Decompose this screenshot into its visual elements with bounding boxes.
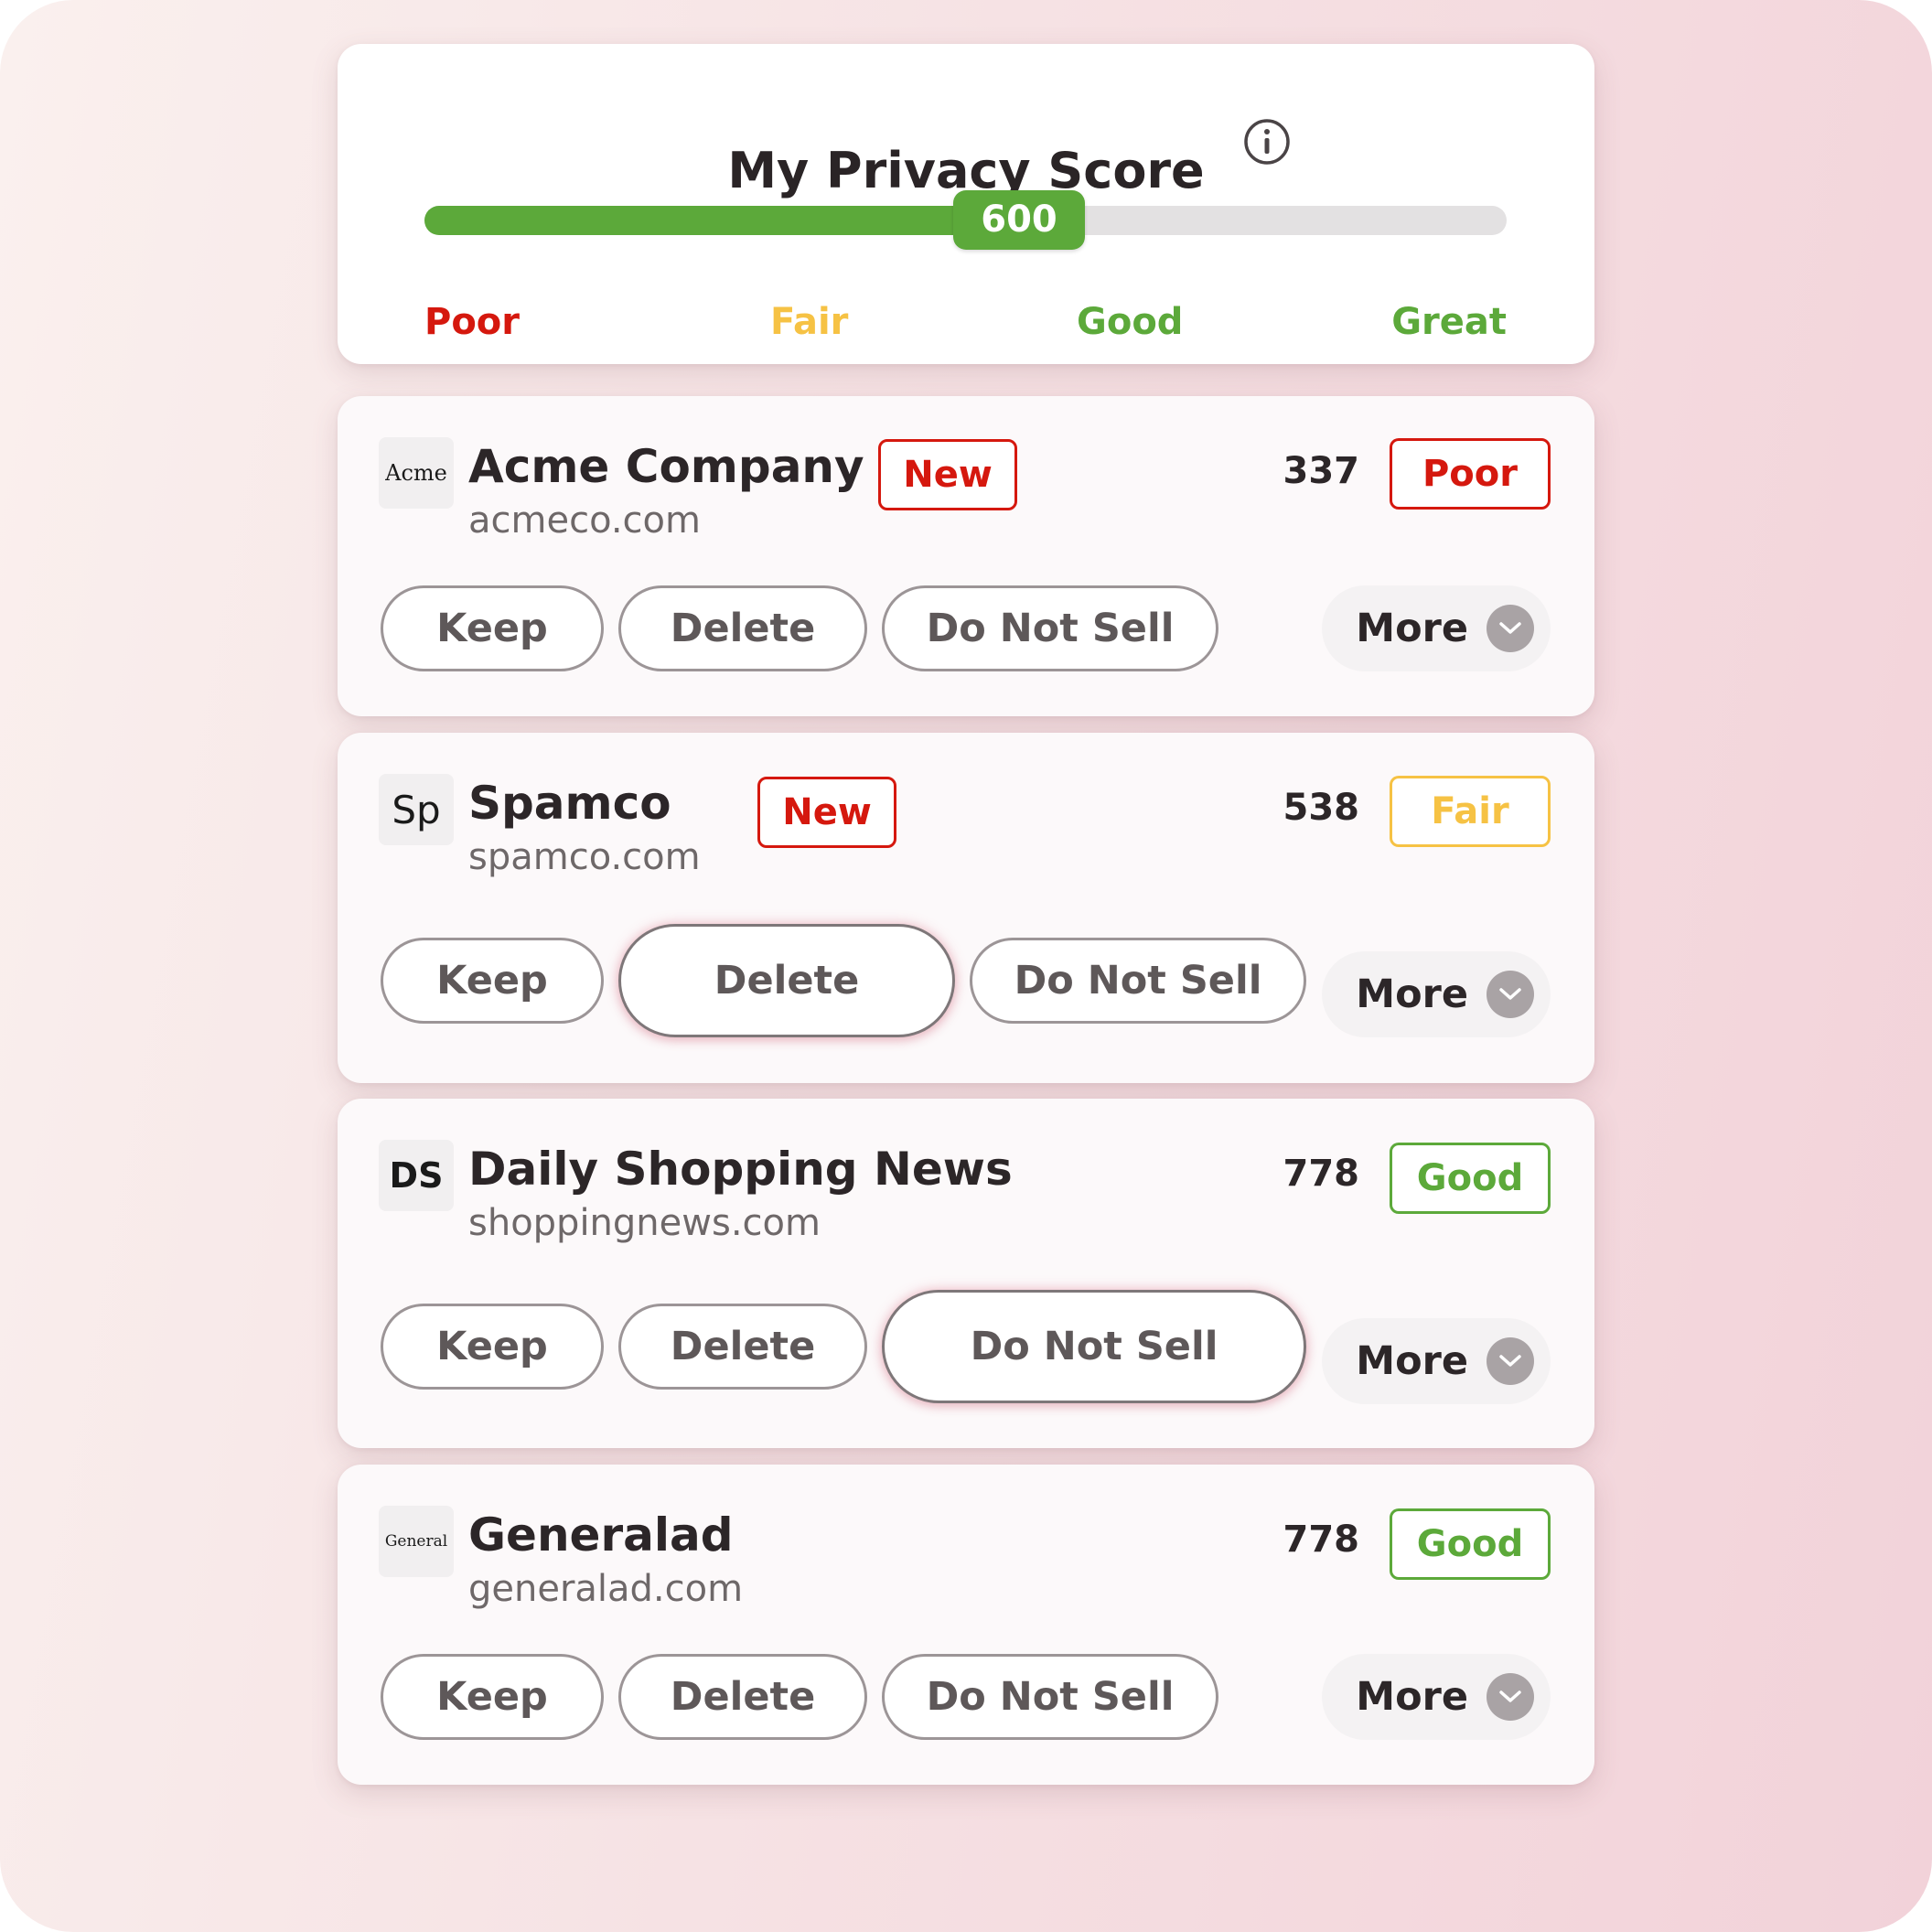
delete-button[interactable]: Delete (618, 924, 955, 1037)
do-not-sell-button[interactable]: Do Not Sell (882, 1654, 1218, 1740)
more-button[interactable]: More (1322, 585, 1551, 671)
scale-label-great: Great (1391, 301, 1507, 343)
more-button[interactable]: More (1322, 1654, 1551, 1740)
company-card: General Generalad generalad.com 778 Good… (338, 1465, 1594, 1785)
chevron-down-icon (1487, 971, 1534, 1018)
company-logo: Acme (379, 437, 454, 509)
company-score: 538 (1283, 787, 1360, 829)
more-button[interactable]: More (1322, 1318, 1551, 1404)
company-domain: spamco.com (468, 836, 701, 878)
do-not-sell-button[interactable]: Do Not Sell (970, 938, 1306, 1024)
rating-badge: Good (1390, 1143, 1551, 1214)
privacy-score-card: My Privacy Score 600 Poor Fair Good Grea… (338, 44, 1594, 364)
company-score: 778 (1283, 1519, 1360, 1561)
more-label: More (1356, 1338, 1468, 1384)
score-value-pill: 600 (953, 190, 1085, 250)
do-not-sell-button[interactable]: Do Not Sell (882, 1290, 1306, 1403)
keep-button[interactable]: Keep (381, 585, 604, 671)
more-label: More (1356, 606, 1468, 651)
new-badge: New (757, 777, 896, 848)
company-card: DS Daily Shopping News shoppingnews.com … (338, 1099, 1594, 1448)
company-logo: Sp (379, 774, 454, 845)
delete-button[interactable]: Delete (618, 1654, 867, 1740)
app-frame: My Privacy Score 600 Poor Fair Good Grea… (0, 0, 1932, 1932)
keep-button[interactable]: Keep (381, 1304, 604, 1390)
company-logo: DS (379, 1140, 454, 1211)
rating-badge: Good (1390, 1508, 1551, 1580)
scale-label-good: Good (1077, 301, 1184, 343)
chevron-down-icon (1487, 1673, 1534, 1721)
company-name: Daily Shopping News (468, 1143, 1013, 1196)
chevron-down-icon (1487, 1337, 1534, 1385)
rating-badge: Fair (1390, 776, 1551, 847)
company-name: Spamco (468, 777, 671, 830)
company-name: Acme Company (468, 440, 864, 493)
scale-label-poor: Poor (424, 301, 521, 343)
chevron-down-icon (1487, 605, 1534, 652)
privacy-score-title: My Privacy Score (727, 142, 1205, 199)
company-logo: General (379, 1506, 454, 1577)
company-domain: acmeco.com (468, 499, 701, 542)
company-name: Generalad (468, 1508, 734, 1562)
company-score: 778 (1283, 1153, 1360, 1195)
keep-button[interactable]: Keep (381, 938, 604, 1024)
company-domain: generalad.com (468, 1568, 744, 1610)
do-not-sell-button[interactable]: Do Not Sell (882, 585, 1218, 671)
delete-button[interactable]: Delete (618, 585, 867, 671)
more-button[interactable]: More (1322, 951, 1551, 1037)
scale-label-fair: Fair (770, 301, 849, 343)
more-label: More (1356, 1674, 1468, 1720)
delete-button[interactable]: Delete (618, 1304, 867, 1390)
more-label: More (1356, 971, 1468, 1017)
company-card: Acme Acme Company acmeco.com New 337 Poo… (338, 396, 1594, 716)
keep-button[interactable]: Keep (381, 1654, 604, 1740)
info-icon[interactable] (1243, 118, 1291, 166)
company-card: Sp Spamco spamco.com New 538 Fair Keep D… (338, 733, 1594, 1083)
rating-badge: Poor (1390, 438, 1551, 510)
new-badge: New (878, 439, 1017, 510)
company-score: 337 (1283, 450, 1360, 492)
company-domain: shoppingnews.com (468, 1202, 821, 1244)
